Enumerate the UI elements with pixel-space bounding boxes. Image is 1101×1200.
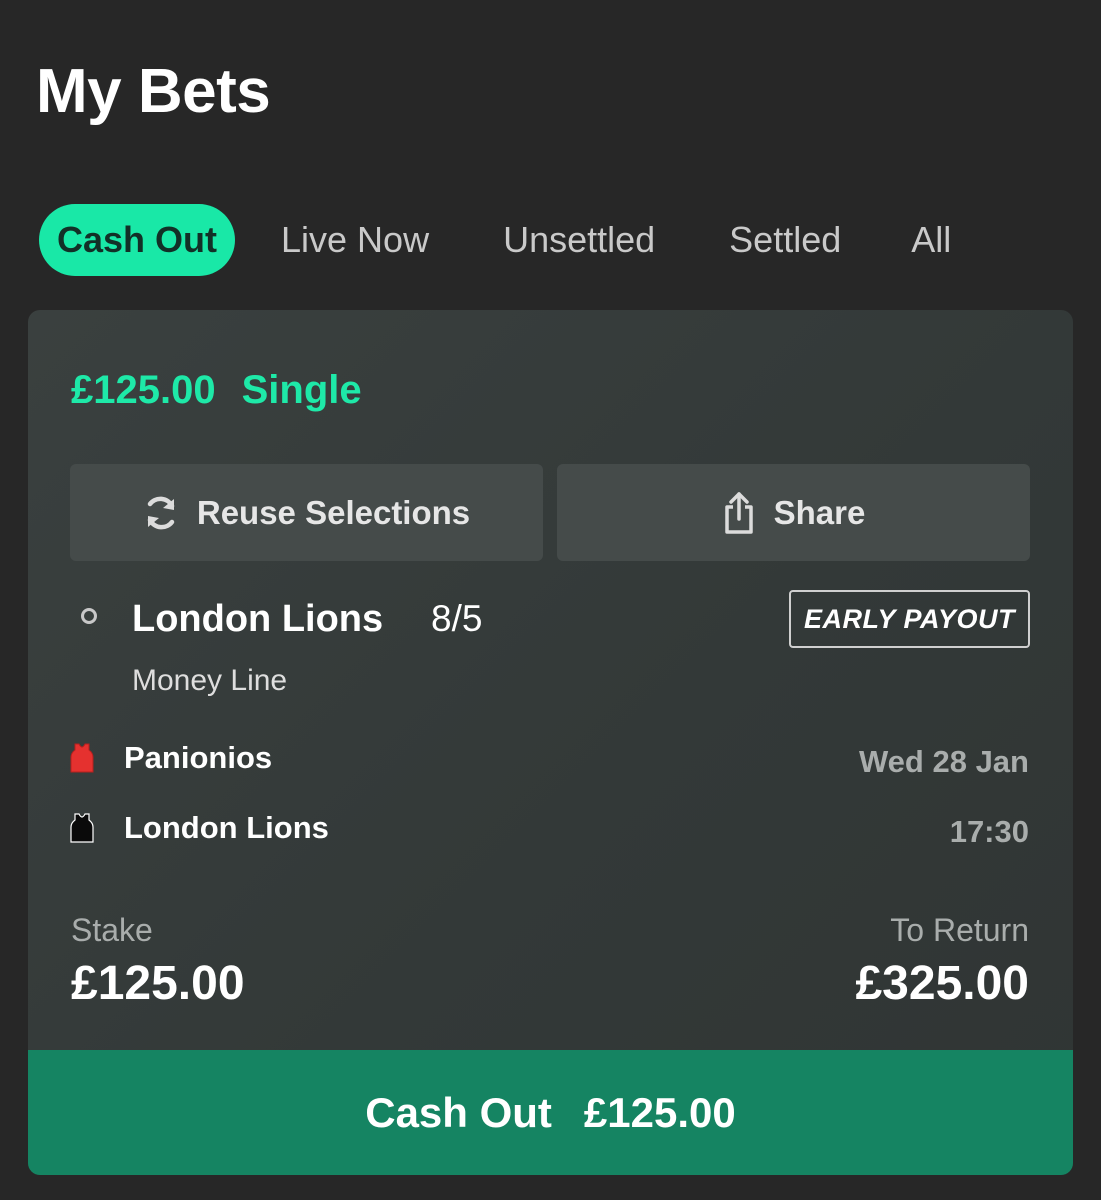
- to-return-value: £325.00: [855, 957, 1029, 1010]
- tab-live-now[interactable]: Live Now: [263, 204, 447, 276]
- selection-name: London Lions: [132, 598, 384, 640]
- tab-cash-out[interactable]: Cash Out: [39, 204, 236, 276]
- away-team-row: London Lions: [70, 808, 329, 848]
- tab-settled[interactable]: Settled: [711, 204, 859, 276]
- stake-label: Stake: [71, 912, 153, 948]
- stake-value: £125.00: [71, 957, 245, 1010]
- market-name: Money Line: [132, 664, 288, 697]
- bet-header: £125.00 Single: [71, 362, 362, 418]
- event-time: 17:30: [949, 814, 1029, 849]
- bet-filter-tabs: Cash Out Live Now Unsettled Settled All: [39, 203, 969, 277]
- away-team-name: London Lions: [124, 810, 329, 845]
- cash-out-value: £125.00: [583, 1088, 736, 1136]
- home-team-name: Panionios: [124, 740, 273, 775]
- reuse-selections-button[interactable]: Reuse Selections: [70, 464, 543, 561]
- cash-out-label: Cash Out: [365, 1088, 552, 1136]
- tab-unsettled[interactable]: Unsettled: [485, 204, 673, 276]
- share-label: Share: [773, 493, 866, 531]
- share-icon: [724, 491, 753, 534]
- event-date: Wed 28 Jan: [858, 744, 1029, 779]
- reuse-selections-label: Reuse Selections: [196, 493, 471, 531]
- jersey-icon: [70, 743, 94, 773]
- to-return-label: To Return: [890, 912, 1029, 948]
- my-bets-page: My Bets Cash Out Live Now Unsettled Sett…: [0, 0, 1101, 1200]
- home-team-row: Panionios: [70, 738, 272, 778]
- refresh-icon: [147, 496, 175, 529]
- cash-out-button[interactable]: Cash Out £125.00: [28, 1050, 1073, 1175]
- bet-amount: £125.00: [71, 368, 216, 412]
- selection-odds: 8/5: [431, 598, 483, 639]
- share-button[interactable]: Share: [557, 464, 1030, 561]
- tab-all[interactable]: All: [893, 204, 969, 276]
- early-payout-badge: EARLY PAYOUT: [789, 590, 1030, 648]
- selection-status-icon: [81, 608, 97, 624]
- bet-card: £125.00 Single Reuse Selections Share Lo…: [28, 310, 1073, 1175]
- jersey-icon: [70, 813, 94, 843]
- page-title: My Bets: [36, 57, 271, 126]
- bet-type: Single: [241, 368, 362, 412]
